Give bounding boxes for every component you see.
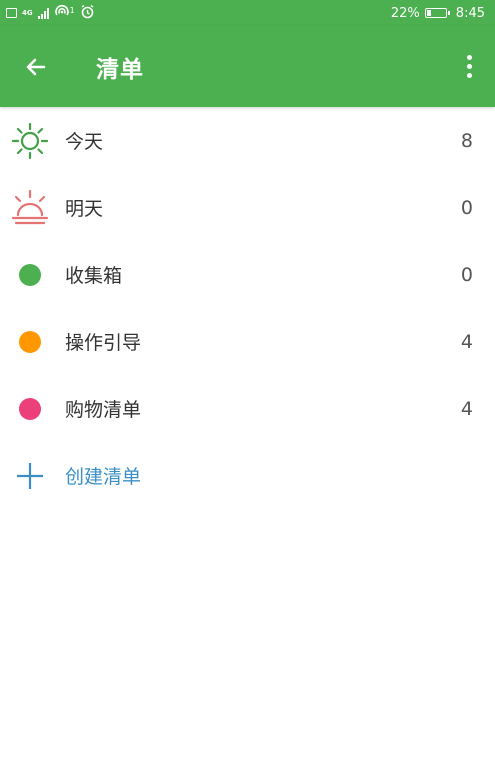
list-item-label: 明天 xyxy=(65,198,104,220)
plus-icon xyxy=(10,456,50,496)
page-title: 清单 xyxy=(96,56,144,83)
battery-percent: 22% xyxy=(390,5,420,21)
list-item-guide[interactable]: 操作引导 4 xyxy=(0,308,495,375)
list-item-label: 今天 xyxy=(65,131,104,153)
back-button[interactable] xyxy=(16,47,56,87)
green-dot-icon xyxy=(10,255,50,295)
orange-dot-icon xyxy=(10,322,50,362)
network-type: 4G xyxy=(22,8,33,17)
battery-icon xyxy=(424,8,450,18)
list-item-tomorrow[interactable]: 明天 0 xyxy=(0,174,495,241)
status-right: 22% 8:45 xyxy=(391,6,485,21)
list-item-count: 0 xyxy=(460,263,473,286)
notification-superscript: 1 xyxy=(69,5,75,15)
pink-dot-icon xyxy=(10,389,50,429)
create-list-label: 创建清单 xyxy=(65,466,142,488)
list-item-count: 0 xyxy=(460,196,473,219)
list-container: 今天 8 明天 0 收集箱 0 操作引导 4 购物清单 4 创建清单 xyxy=(0,107,495,509)
signal-icon xyxy=(37,7,49,19)
more-options-button[interactable] xyxy=(457,47,481,87)
clock: 8:45 xyxy=(455,5,485,21)
sun-icon xyxy=(10,121,50,161)
status-left: 4G 1 xyxy=(6,4,95,23)
list-item-label: 收集箱 xyxy=(65,265,123,287)
arrow-left-icon xyxy=(26,58,46,75)
create-list-button[interactable]: 创建清单 xyxy=(0,442,495,509)
list-item-label: 操作引导 xyxy=(65,332,142,354)
alarm-icon xyxy=(80,4,95,23)
list-item-today[interactable]: 今天 8 xyxy=(0,107,495,174)
app-bar: 清单 xyxy=(0,26,495,107)
more-vert-icon xyxy=(466,55,472,60)
list-item-count: 8 xyxy=(460,129,473,152)
status-bar: 4G 1 22% 8:45 xyxy=(0,0,495,26)
hotspot-icon xyxy=(54,4,70,22)
screen: 4G 1 22% 8:45 清单 今天 8 明天 0 收集箱 0 操作引导 4 … xyxy=(0,0,495,773)
list-item-count: 4 xyxy=(460,330,473,353)
sunrise-icon xyxy=(10,188,50,228)
list-item-shopping[interactable]: 购物清单 4 xyxy=(0,375,495,442)
sim-icon xyxy=(6,8,17,18)
list-item-label: 购物清单 xyxy=(65,399,142,421)
list-item-count: 4 xyxy=(460,397,473,420)
list-item-inbox[interactable]: 收集箱 0 xyxy=(0,241,495,308)
